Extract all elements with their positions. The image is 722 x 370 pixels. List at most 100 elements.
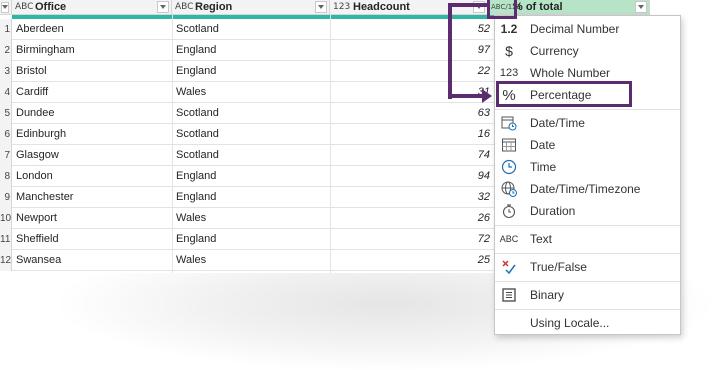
headcount-cell[interactable]: 74 — [334, 145, 490, 166]
decimal-number-icon: 1.2 — [500, 22, 518, 36]
region-cell[interactable]: Scotland — [176, 124, 330, 145]
row-index-header[interactable] — [0, 0, 12, 15]
filter-dropdown-icon[interactable] — [635, 1, 647, 13]
office-cell[interactable]: Manchester — [16, 187, 170, 208]
region-cell[interactable]: Scotland — [176, 103, 330, 124]
filter-dropdown-icon[interactable] — [157, 1, 169, 13]
menu-item-date[interactable]: Date — [495, 134, 680, 156]
menu-item-date-time-timezone[interactable]: Date/Time/Timezone — [495, 178, 680, 200]
column-header-region[interactable]: ABC Region — [172, 0, 330, 15]
office-cell[interactable]: Newport — [16, 208, 170, 229]
office-cell[interactable]: Aberdeen — [16, 19, 170, 40]
row-index[interactable]: 3 — [0, 61, 12, 82]
table-row[interactable]: 4 Cardiff Wales 31 — [0, 82, 494, 103]
row-index[interactable]: 12 — [0, 250, 12, 271]
table-row[interactable]: 12 Swansea Wales 25 — [0, 250, 494, 271]
table-row[interactable]: 10 Newport Wales 26 — [0, 208, 494, 229]
text-type-icon: ABC — [499, 234, 519, 244]
headcount-cell[interactable]: 72 — [334, 229, 490, 250]
region-cell[interactable]: Wales — [176, 250, 330, 271]
headcount-cell[interactable]: 31 — [334, 82, 490, 103]
annotation-arrow-line — [448, 3, 490, 7]
menu-item-date-time[interactable]: Date/Time — [495, 112, 680, 134]
row-index[interactable]: 6 — [0, 124, 12, 145]
annotation-percentage-highlight — [496, 81, 632, 107]
headcount-cell[interactable]: 26 — [334, 208, 490, 229]
menu-item-decimal-number[interactable]: 1.2 Decimal Number — [495, 18, 680, 40]
office-cell[interactable]: London — [16, 166, 170, 187]
table-row[interactable]: 9 Manchester England 32 — [0, 187, 494, 208]
region-cell[interactable]: Scotland — [176, 19, 330, 40]
table-row[interactable]: 8 London England 94 — [0, 166, 494, 187]
filter-dropdown-icon[interactable] — [315, 1, 327, 13]
office-cell[interactable]: Glasgow — [16, 145, 170, 166]
region-cell[interactable]: Scotland — [176, 145, 330, 166]
region-cell[interactable]: Wales — [176, 208, 330, 229]
column-name: % of total — [513, 1, 563, 13]
region-cell[interactable]: England — [176, 40, 330, 61]
currency-icon: $ — [505, 43, 513, 59]
region-cell[interactable]: England — [176, 187, 330, 208]
table-row[interactable]: 3 Bristol England 22 — [0, 61, 494, 82]
menu-separator — [495, 281, 680, 282]
clock-icon — [500, 158, 518, 176]
row-index[interactable]: 4 — [0, 82, 12, 103]
headcount-cell[interactable]: 25 — [334, 250, 490, 271]
calendar-clock-icon — [500, 114, 518, 132]
table-row[interactable]: 7 Glasgow Scotland 74 — [0, 145, 494, 166]
region-cell[interactable]: England — [176, 166, 330, 187]
row-index[interactable]: 9 — [0, 187, 12, 208]
table-row[interactable]: 6 Edinburgh Scotland 16 — [0, 124, 494, 145]
menu-separator — [495, 253, 680, 254]
office-cell[interactable]: Bristol — [16, 61, 170, 82]
menu-item-duration[interactable]: Duration — [495, 200, 680, 222]
headcount-cell[interactable]: 22 — [334, 61, 490, 82]
region-cell[interactable]: England — [176, 61, 330, 82]
region-cell[interactable]: England — [176, 229, 330, 250]
menu-separator — [495, 109, 680, 110]
menu-separator — [495, 225, 680, 226]
office-cell[interactable]: Edinburgh — [16, 124, 170, 145]
headcount-cell[interactable]: 32 — [334, 187, 490, 208]
row-index[interactable]: 8 — [0, 166, 12, 187]
table-row[interactable]: 5 Dundee Scotland 63 — [0, 103, 494, 124]
menu-item-text[interactable]: ABC Text — [495, 228, 680, 250]
menu-item-time[interactable]: Time — [495, 156, 680, 178]
stopwatch-icon — [500, 202, 518, 220]
row-index[interactable]: 2 — [0, 40, 12, 61]
headcount-cell[interactable]: 16 — [334, 124, 490, 145]
table-row[interactable]: 1 Aberdeen Scotland 52 — [0, 19, 494, 40]
headcount-cell[interactable]: 52 — [334, 19, 490, 40]
annotation-arrow-line — [448, 94, 484, 98]
menu-item-using-locale[interactable]: Using Locale... — [495, 312, 680, 334]
text-type-icon[interactable]: ABC — [175, 2, 193, 12]
region-cell[interactable]: Wales — [176, 82, 330, 103]
office-cell[interactable]: Cardiff — [16, 82, 170, 103]
office-cell[interactable]: Birmingham — [16, 40, 170, 61]
row-index[interactable]: 10 — [0, 208, 12, 229]
row-index[interactable]: 1 — [0, 19, 12, 40]
office-cell[interactable]: Sheffield — [16, 229, 170, 250]
row-index[interactable]: 11 — [0, 229, 12, 250]
menu-item-binary[interactable]: Binary — [495, 284, 680, 306]
power-query-editor: ABC Office ABC Region 123 Headcount ABC/… — [0, 0, 722, 370]
office-cell[interactable]: Swansea — [16, 250, 170, 271]
menu-separator — [495, 309, 680, 310]
chevron-down-icon[interactable] — [1, 1, 9, 13]
office-cell[interactable]: Dundee — [16, 103, 170, 124]
menu-item-true-false[interactable]: True/False — [495, 256, 680, 278]
headcount-cell[interactable]: 94 — [334, 166, 490, 187]
whole-number-icon: 123 — [499, 67, 519, 79]
row-index[interactable]: 7 — [0, 145, 12, 166]
headcount-cell[interactable]: 97 — [334, 40, 490, 61]
row-index[interactable]: 5 — [0, 103, 12, 124]
column-name: Region — [195, 1, 233, 13]
annotation-arrowhead — [482, 89, 492, 103]
table-row[interactable]: 2 Birmingham England 97 — [0, 40, 494, 61]
whole-number-type-icon[interactable]: 123 — [333, 2, 351, 12]
table-row[interactable]: 11 Sheffield England 72 — [0, 229, 494, 250]
menu-item-currency[interactable]: $ Currency — [495, 40, 680, 62]
text-type-icon[interactable]: ABC — [15, 2, 33, 12]
column-header-office[interactable]: ABC Office — [12, 0, 172, 15]
headcount-cell[interactable]: 63 — [334, 103, 490, 124]
